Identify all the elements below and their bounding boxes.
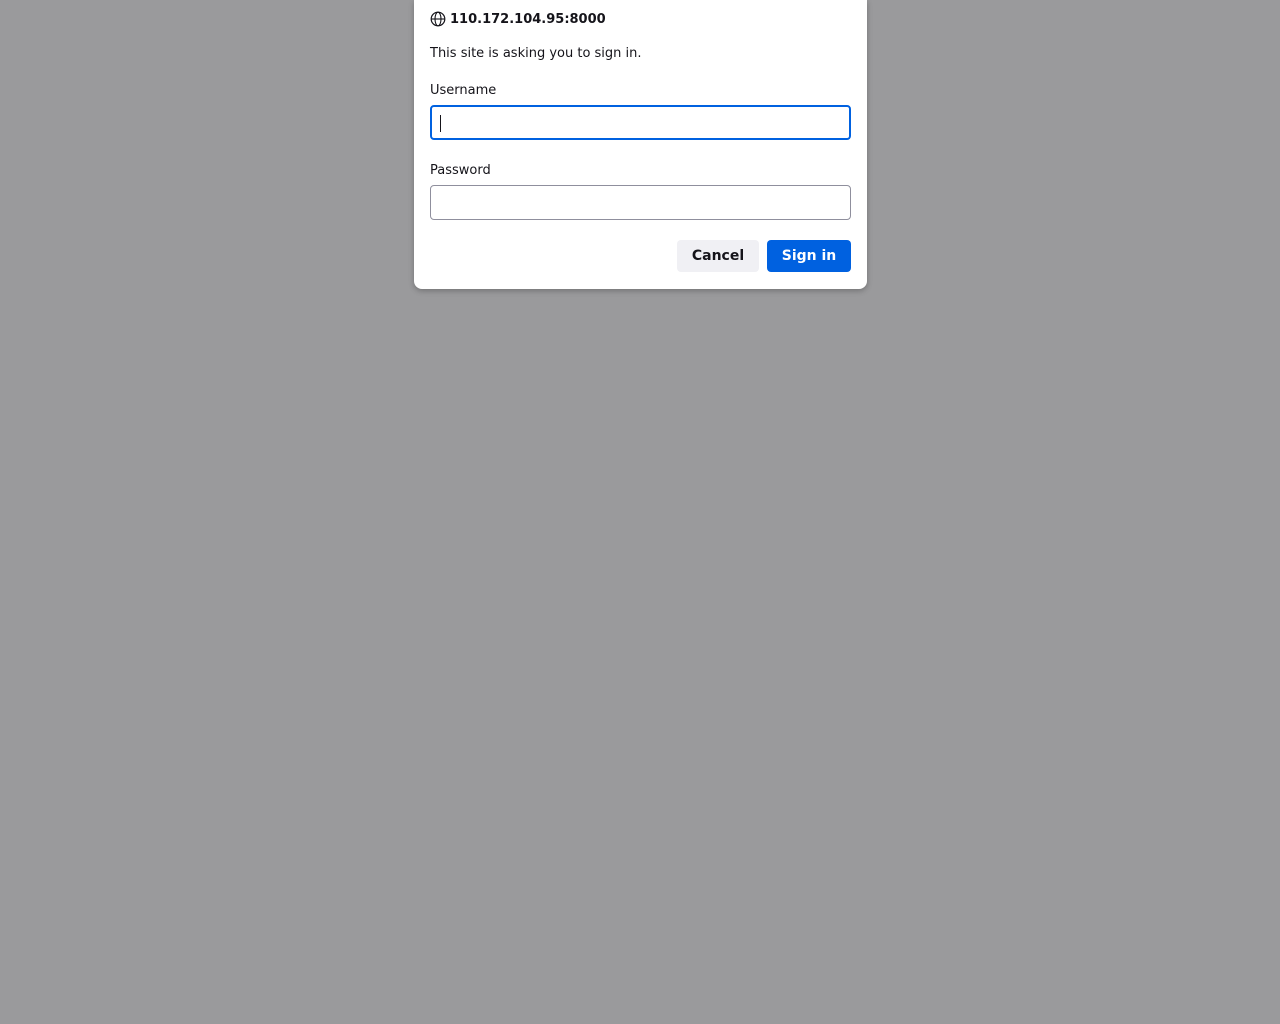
dialog-host: 110.172.104.95:8000 <box>450 11 606 27</box>
password-label: Password <box>430 163 491 178</box>
cancel-button[interactable]: Cancel <box>677 240 759 272</box>
dialog-message: This site is asking you to sign in. <box>430 46 642 61</box>
sign-in-button[interactable]: Sign in <box>767 240 851 272</box>
username-field[interactable] <box>430 105 851 140</box>
password-field[interactable] <box>430 185 851 220</box>
dialog-header: 110.172.104.95:8000 <box>430 10 606 28</box>
sign-in-dialog: 110.172.104.95:8000 This site is asking … <box>414 0 867 289</box>
username-label: Username <box>430 83 497 98</box>
globe-icon <box>430 11 446 27</box>
text-caret <box>440 115 441 132</box>
